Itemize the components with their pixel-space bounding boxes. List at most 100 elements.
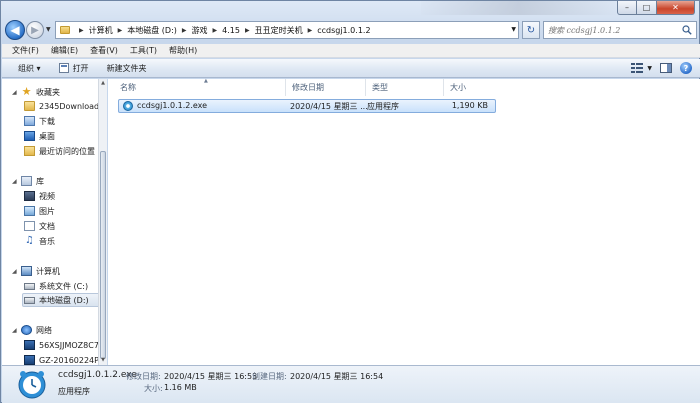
nav-item-videos[interactable]: 视频 bbox=[2, 189, 98, 203]
chevron-right-icon[interactable]: ▶ bbox=[245, 27, 250, 34]
scroll-down-arrow[interactable]: ▼ bbox=[99, 356, 107, 365]
nav-item-music[interactable]: ♫ 音乐 bbox=[2, 234, 98, 248]
nav-item-recent[interactable]: 最近访问的位置 bbox=[2, 144, 98, 158]
nav-item-drive-d[interactable]: 本地磁盘 (D:) bbox=[22, 293, 98, 307]
nav-item-desktop[interactable]: 桌面 bbox=[2, 129, 98, 143]
clock-app-icon bbox=[18, 371, 46, 399]
details-modified-value: 2020/4/15 星期三 16:53 bbox=[164, 372, 258, 381]
nav-item-label: 视频 bbox=[39, 191, 55, 201]
address-bar[interactable]: ▶ 计算机 ▶ 本地磁盘 (D:) ▶ 游戏 ▶ 4.15 ▶ 丑丑定时关机 ▶… bbox=[55, 21, 519, 39]
details-created-label: 创建日期: bbox=[252, 372, 287, 381]
menu-help[interactable]: 帮助(H) bbox=[169, 45, 197, 56]
new-folder-button[interactable]: 新建文件夹 bbox=[107, 63, 147, 74]
open-label: 打开 bbox=[72, 63, 89, 73]
column-header-type[interactable]: 类型 bbox=[366, 79, 444, 96]
collapse-icon[interactable]: ◢ bbox=[12, 89, 19, 96]
view-options-icon[interactable] bbox=[631, 63, 644, 73]
nav-computer[interactable]: ◢ 计算机 bbox=[2, 264, 98, 278]
nav-item-network-pc-1[interactable]: 56XSJJMOZ8C7 bbox=[2, 338, 98, 352]
search-box[interactable] bbox=[543, 21, 697, 39]
breadcrumb-4-15[interactable]: 4.15 bbox=[222, 26, 240, 35]
file-row[interactable]: ccdsgj1.0.1.2.exe 2020/4/15 星期三 ... 应用程序… bbox=[118, 99, 496, 113]
file-modified: 2020/4/15 星期三 ... bbox=[290, 102, 368, 111]
nav-item-pictures[interactable]: 图片 bbox=[2, 204, 98, 218]
maximize-button[interactable]: □ bbox=[637, 1, 657, 15]
network-computer-icon bbox=[24, 355, 35, 365]
title-bar-blur bbox=[421, 1, 616, 15]
navigation-scrollbar[interactable]: ▲ ▼ bbox=[98, 79, 107, 365]
back-button[interactable]: ◀ bbox=[5, 20, 25, 40]
details-size-value: 1.16 MB bbox=[164, 383, 197, 392]
command-bar: 组织 ▾ 打开 新建文件夹 ▼ ? bbox=[2, 59, 700, 78]
menu-bar: 文件(F) 编辑(E) 查看(V) 工具(T) 帮助(H) bbox=[2, 44, 700, 58]
search-input[interactable] bbox=[548, 25, 678, 35]
chevron-right-icon[interactable]: ▶ bbox=[308, 27, 313, 34]
music-icon: ♫ bbox=[25, 235, 34, 246]
search-icon[interactable] bbox=[682, 25, 692, 35]
breadcrumb-games[interactable]: 游戏 bbox=[192, 25, 208, 36]
nav-network-label: 网络 bbox=[36, 325, 52, 335]
forward-button[interactable]: ▶ bbox=[26, 21, 44, 39]
drive-icon bbox=[24, 282, 35, 290]
recent-pages-dropdown[interactable]: ▼ bbox=[46, 26, 51, 33]
desktop-icon bbox=[24, 131, 35, 141]
network-icon bbox=[21, 325, 32, 335]
chevron-right-icon[interactable]: ▶ bbox=[79, 27, 84, 34]
collapse-icon[interactable]: ◢ bbox=[12, 178, 19, 185]
chevron-down-icon[interactable]: ▼ bbox=[511, 26, 516, 33]
nav-network[interactable]: ◢ 网络 bbox=[2, 323, 98, 337]
menu-tools[interactable]: 工具(T) bbox=[130, 45, 157, 56]
file-name: ccdsgj1.0.1.2.exe bbox=[137, 101, 208, 110]
column-header-modified[interactable]: 修改日期 bbox=[286, 79, 366, 96]
column-header-size-label: 大小 bbox=[450, 83, 466, 92]
clock-app-icon bbox=[123, 101, 133, 111]
nav-favorites-label: 收藏夹 bbox=[36, 87, 60, 97]
collapse-icon[interactable]: ◢ bbox=[12, 327, 19, 334]
nav-item-label: 文档 bbox=[39, 221, 55, 231]
details-file-name: ccdsgj1.0.1.2.exe bbox=[58, 370, 137, 380]
nav-item-downloads[interactable]: 下载 bbox=[2, 114, 98, 128]
details-size-label: 大小: bbox=[144, 384, 163, 393]
breadcrumb-computer[interactable]: 计算机 bbox=[89, 25, 113, 36]
column-header-type-label: 类型 bbox=[372, 83, 388, 92]
breadcrumb-drive-d[interactable]: 本地磁盘 (D:) bbox=[127, 25, 177, 36]
menu-view[interactable]: 查看(V) bbox=[90, 45, 118, 56]
view-controls: ▼ ? bbox=[631, 62, 692, 74]
chevron-down-icon[interactable]: ▼ bbox=[647, 65, 652, 72]
details-created-value: 2020/4/15 星期三 16:54 bbox=[290, 372, 384, 381]
menu-file[interactable]: 文件(F) bbox=[12, 45, 39, 56]
nav-libraries[interactable]: ◢ 库 bbox=[2, 174, 98, 188]
help-icon[interactable]: ? bbox=[680, 62, 692, 74]
scroll-up-arrow[interactable]: ▲ bbox=[99, 79, 107, 88]
column-header-name[interactable]: ▲ 名称 bbox=[114, 78, 286, 96]
nav-favorites[interactable]: ◢ ★ 收藏夹 bbox=[2, 85, 98, 99]
nav-item-label: 最近访问的位置 bbox=[39, 146, 95, 156]
breadcrumb-current-folder[interactable]: ccdsgj1.0.1.2 bbox=[317, 26, 370, 35]
navigation-pane: ◢ ★ 收藏夹 2345Download 下载 桌面 最近访问的位置 ◢ 库 视… bbox=[2, 79, 98, 365]
nav-item-2345download[interactable]: 2345Download bbox=[2, 99, 98, 113]
preview-pane-icon[interactable] bbox=[660, 63, 672, 73]
refresh-button[interactable]: ↻ bbox=[522, 21, 540, 39]
chevron-right-icon[interactable]: ▶ bbox=[213, 27, 218, 34]
organize-button[interactable]: 组织 ▾ bbox=[18, 63, 41, 74]
star-icon: ★ bbox=[21, 85, 32, 98]
chevron-right-icon[interactable]: ▶ bbox=[182, 27, 187, 34]
menu-edit[interactable]: 编辑(E) bbox=[51, 45, 78, 56]
file-size: 1,190 KB bbox=[451, 101, 488, 110]
scrollbar-thumb[interactable] bbox=[100, 151, 106, 359]
nav-item-documents[interactable]: 文档 bbox=[2, 219, 98, 233]
close-button[interactable]: ✕ bbox=[657, 1, 695, 15]
nav-item-network-pc-2[interactable]: GZ-20160224PA bbox=[2, 353, 98, 365]
open-button[interactable]: 打开 bbox=[58, 63, 89, 74]
column-header-size[interactable]: 大小 bbox=[444, 79, 494, 96]
collapse-icon[interactable]: ◢ bbox=[12, 268, 19, 275]
nav-item-label: 音乐 bbox=[39, 236, 55, 246]
minimize-button[interactable]: – bbox=[617, 1, 637, 15]
chevron-right-icon[interactable]: ▶ bbox=[118, 27, 123, 34]
nav-item-drive-c[interactable]: 系统文件 (C:) bbox=[2, 279, 98, 293]
breadcrumb-shutdown-tool[interactable]: 丑丑定时关机 bbox=[255, 25, 303, 36]
file-type: 应用程序 bbox=[367, 102, 399, 111]
folder-icon bbox=[24, 101, 35, 111]
nav-item-label: 本地磁盘 (D:) bbox=[39, 295, 89, 305]
details-pane: ccdsgj1.0.1.2.exe 应用程序 修改日期: 2020/4/15 星… bbox=[2, 365, 700, 403]
